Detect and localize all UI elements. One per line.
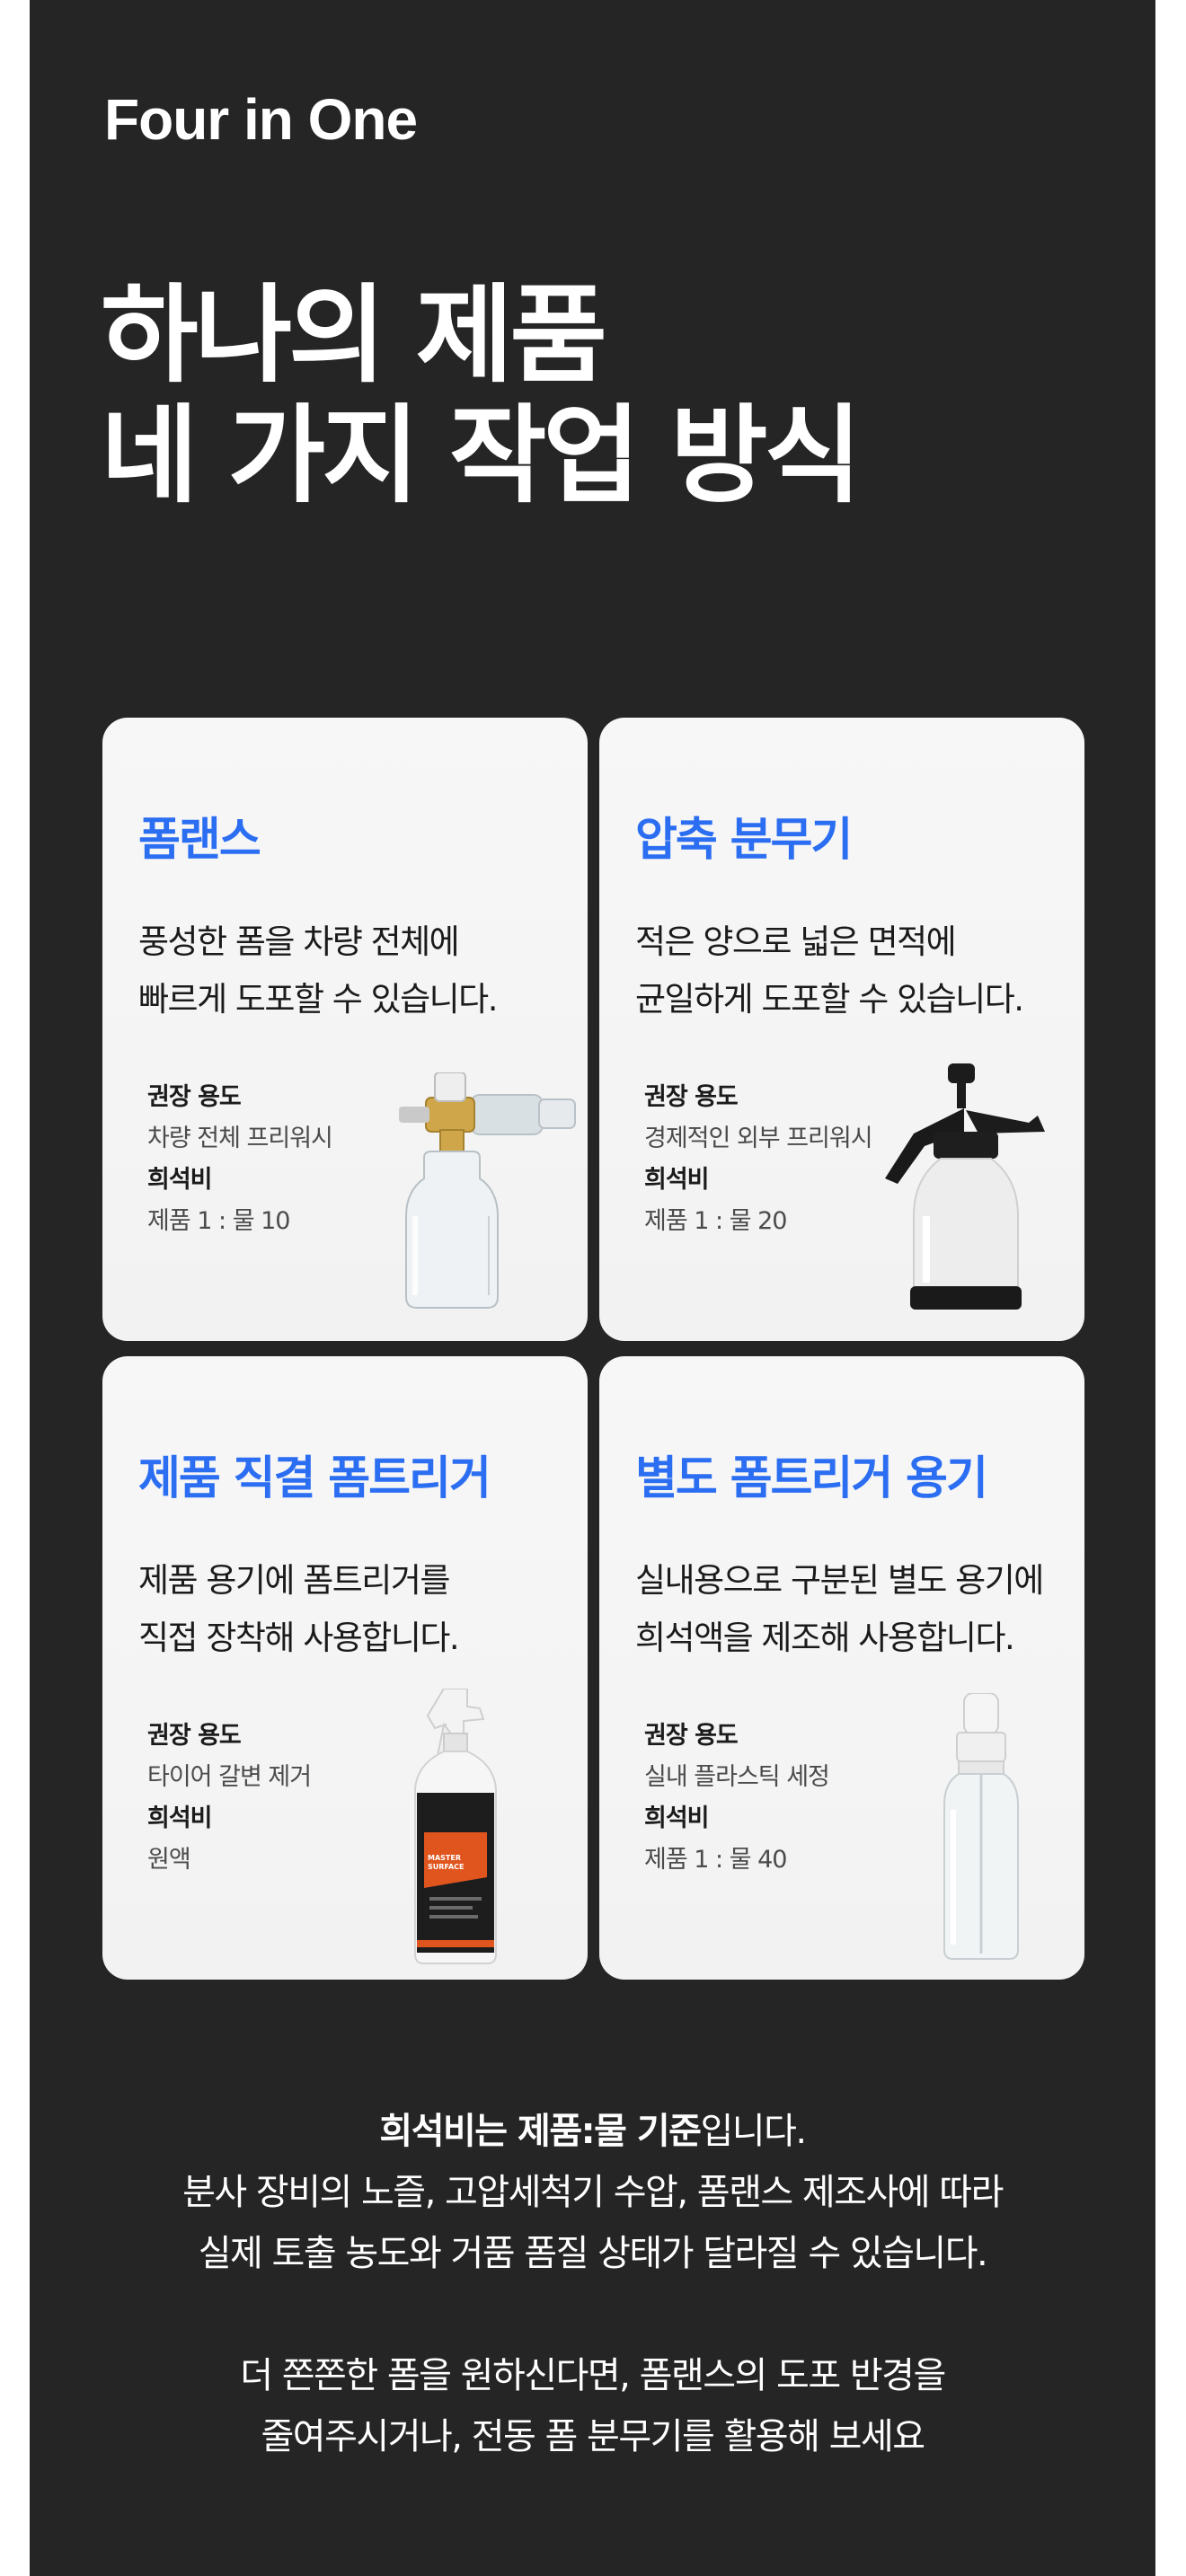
card-description-line: 균일하게 도포할 수 있습니다. — [635, 980, 1024, 1019]
card-title: 별도 폼트리거 용기 — [635, 1452, 988, 1505]
ratio-value: 제품 1 : 물 40 — [644, 1846, 787, 1874]
card-title: 제품 직결 폼트리거 — [138, 1452, 491, 1505]
brand-title: Four in One — [104, 87, 418, 152]
headline-line-2: 네 가지 작업 방식 — [101, 393, 862, 517]
card-title: 폼랜스 — [138, 814, 261, 867]
product-bottle-image: MASTER SURFACE — [408, 1689, 507, 1967]
footer-line-1: 희석비는 제품:물 기준입니다. — [30, 2102, 1155, 2154]
card-description-line: 빠르게 도포할 수 있습니다. — [138, 980, 498, 1019]
card-description-line: 실내용으로 구분된 별도 용기에 — [635, 1561, 1044, 1600]
ratio-label: 희석비 — [147, 1166, 213, 1194]
card-foam-lance: 폼랜스 풍성한 폼을 차량 전체에 빠르게 도포할 수 있습니다. 권장 용도 … — [102, 718, 588, 1341]
use-value: 타이어 갈변 제거 — [147, 1763, 312, 1791]
foam-pump-bottle-image — [943, 1693, 1019, 1960]
use-label: 권장 용도 — [644, 1083, 739, 1111]
card-info: 권장 용도 실내 플라스틱 세정 희석비 제품 1 : 물 40 — [644, 1716, 830, 1881]
card-description-line: 적은 양으로 넓은 면적에 — [635, 922, 957, 961]
ratio-value: 원액 — [147, 1846, 191, 1874]
ratio-value: 제품 1 : 물 10 — [147, 1207, 290, 1235]
card-description: 적은 양으로 넓은 면적에 균일하게 도포할 수 있습니다. — [635, 913, 1024, 1028]
footer-bold-text: 희석비는 제품:물 기준 — [379, 2111, 702, 2152]
product-label-line-2: SURFACE — [428, 1863, 465, 1871]
card-description-line: 풍성한 폼을 차량 전체에 — [138, 922, 460, 961]
ratio-label: 희석비 — [644, 1804, 710, 1832]
card-separate-foam-bottle: 별도 폼트리거 용기 실내용으로 구분된 별도 용기에 희석액을 제조해 사용합… — [599, 1356, 1084, 1980]
card-description: 제품 용기에 폼트리거를 직접 장착해 사용합니다. — [138, 1552, 460, 1667]
card-info: 권장 용도 차량 전체 프리워시 희석비 제품 1 : 물 10 — [147, 1077, 333, 1242]
footer-line-4: 더 쫀쫀한 폼을 원하신다면, 폼랜스의 도포 반경을 — [240, 2355, 946, 2396]
card-description: 풍성한 폼을 차량 전체에 빠르게 도포할 수 있습니다. — [138, 913, 498, 1028]
use-label: 권장 용도 — [147, 1083, 242, 1111]
card-title: 압축 분무기 — [635, 814, 853, 867]
card-info: 권장 용도 타이어 갈변 제거 희석비 원액 — [147, 1716, 312, 1881]
footer-text: 입니다. — [700, 2111, 807, 2152]
use-value: 실내 플라스틱 세정 — [644, 1763, 830, 1791]
product-label-line-1: MASTER — [428, 1854, 461, 1862]
use-label: 권장 용도 — [644, 1722, 739, 1750]
use-label: 권장 용도 — [147, 1722, 242, 1750]
card-description-line: 직접 장착해 사용합니다. — [138, 1619, 460, 1657]
headline: 하나의 제품 네 가지 작업 방식 — [101, 273, 862, 517]
use-value: 경제적인 외부 프리워시 — [644, 1125, 873, 1152]
card-description-line: 제품 용기에 폼트리거를 — [138, 1561, 450, 1600]
ratio-label: 희석비 — [644, 1166, 710, 1194]
ratio-value: 제품 1 : 물 20 — [644, 1207, 787, 1235]
footer-line-2: 분사 장비의 노즐, 고압세척기 수압, 폼랜스 제조사에 따라 — [182, 2172, 1004, 2213]
pressure-sprayer-image — [885, 1063, 1045, 1310]
card-pressure-sprayer: 압축 분무기 적은 양으로 넓은 면적에 균일하게 도포할 수 있습니다. 권장… — [599, 718, 1084, 1341]
card-info: 권장 용도 경제적인 외부 프리워시 희석비 제품 1 : 물 20 — [644, 1077, 873, 1242]
ratio-label: 희석비 — [147, 1804, 213, 1832]
headline-line-1: 하나의 제품 — [101, 273, 607, 397]
foam-lance-image — [399, 1072, 576, 1309]
card-description-line: 희석액을 제조해 사용합니다. — [635, 1619, 1015, 1657]
card-product-foam-trigger: 제품 직결 폼트리거 제품 용기에 폼트리거를 직접 장착해 사용합니다. 권장… — [102, 1356, 588, 1980]
use-value: 차량 전체 프리워시 — [147, 1125, 333, 1152]
footer-line-3: 실제 토출 농도와 거품 폼질 상태가 달라질 수 있습니다. — [198, 2233, 988, 2274]
footer-line-5: 줄여주시거나, 전동 폼 분무기를 활용해 보세요 — [261, 2416, 926, 2457]
card-description: 실내용으로 구분된 별도 용기에 희석액을 제조해 사용합니다. — [635, 1552, 1044, 1667]
